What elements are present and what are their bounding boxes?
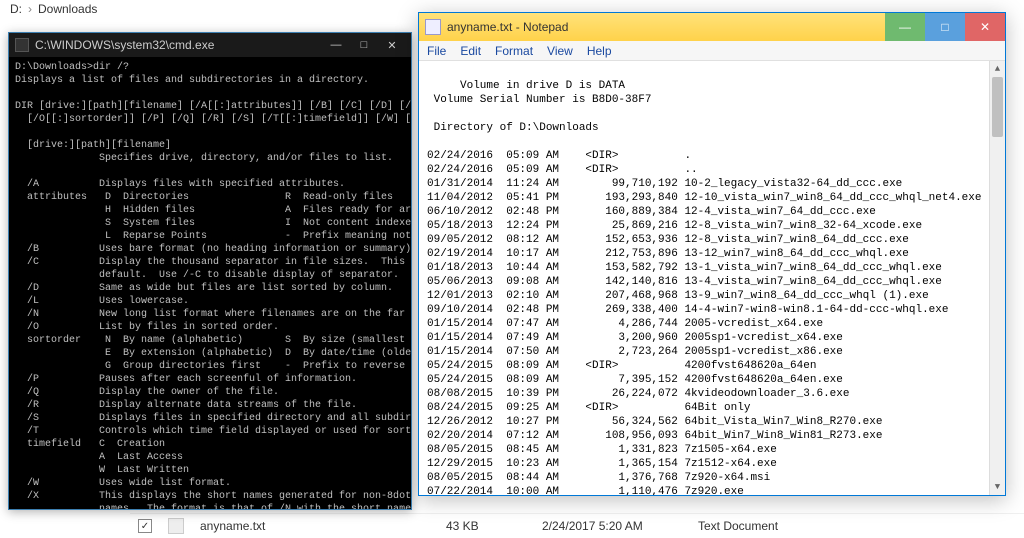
file-date: 2/24/2017 5:20 AM (542, 519, 682, 533)
cmd-output[interactable]: D:\Downloads>dir /? Displays a list of f… (9, 57, 411, 509)
scrollbar[interactable]: ▲ ▼ (989, 61, 1005, 495)
close-button[interactable]: ✕ (379, 36, 405, 54)
menu-view[interactable]: View (547, 44, 573, 58)
breadcrumb-drive[interactable]: D: (10, 2, 22, 16)
scroll-down-icon[interactable]: ▼ (990, 479, 1005, 495)
file-name: anyname.txt (200, 519, 430, 533)
notepad-menubar: File Edit Format View Help (419, 41, 1005, 61)
maximize-button[interactable]: □ (925, 13, 965, 41)
cmd-window[interactable]: C:\WINDOWS\system32\cmd.exe — □ ✕ D:\Dow… (8, 32, 412, 510)
notepad-titlebar[interactable]: anyname.txt - Notepad — □ ✕ (419, 13, 1005, 41)
menu-edit[interactable]: Edit (460, 44, 481, 58)
list-item[interactable]: ✓ anyname.txt 43 KB 2/24/2017 5:20 AM Te… (130, 513, 1024, 538)
checkbox-icon[interactable]: ✓ (138, 519, 152, 533)
menu-format[interactable]: Format (495, 44, 533, 58)
scroll-up-icon[interactable]: ▲ (990, 61, 1005, 77)
cmd-icon (15, 38, 29, 52)
menu-help[interactable]: Help (587, 44, 612, 58)
menu-file[interactable]: File (427, 44, 446, 58)
scroll-thumb[interactable] (992, 77, 1003, 137)
file-type: Text Document (698, 519, 838, 533)
maximize-button[interactable]: □ (351, 36, 377, 54)
close-button[interactable]: ✕ (965, 13, 1005, 41)
minimize-button[interactable]: — (885, 13, 925, 41)
breadcrumb[interactable]: D: › Downloads (10, 2, 97, 16)
file-size: 43 KB (446, 519, 526, 533)
chevron-right-icon: › (28, 2, 32, 16)
notepad-text: Volume in drive D is DATA Volume Serial … (427, 80, 982, 495)
notepad-text-area[interactable]: Volume in drive D is DATA Volume Serial … (419, 61, 1005, 495)
cmd-title: C:\WINDOWS\system32\cmd.exe (35, 38, 323, 52)
notepad-window[interactable]: anyname.txt - Notepad — □ ✕ File Edit Fo… (418, 12, 1006, 496)
notepad-icon (425, 19, 441, 35)
cmd-titlebar[interactable]: C:\WINDOWS\system32\cmd.exe — □ ✕ (9, 33, 411, 57)
breadcrumb-folder[interactable]: Downloads (38, 2, 97, 16)
minimize-button[interactable]: — (323, 36, 349, 54)
file-icon (168, 518, 184, 534)
notepad-title: anyname.txt - Notepad (447, 20, 885, 34)
